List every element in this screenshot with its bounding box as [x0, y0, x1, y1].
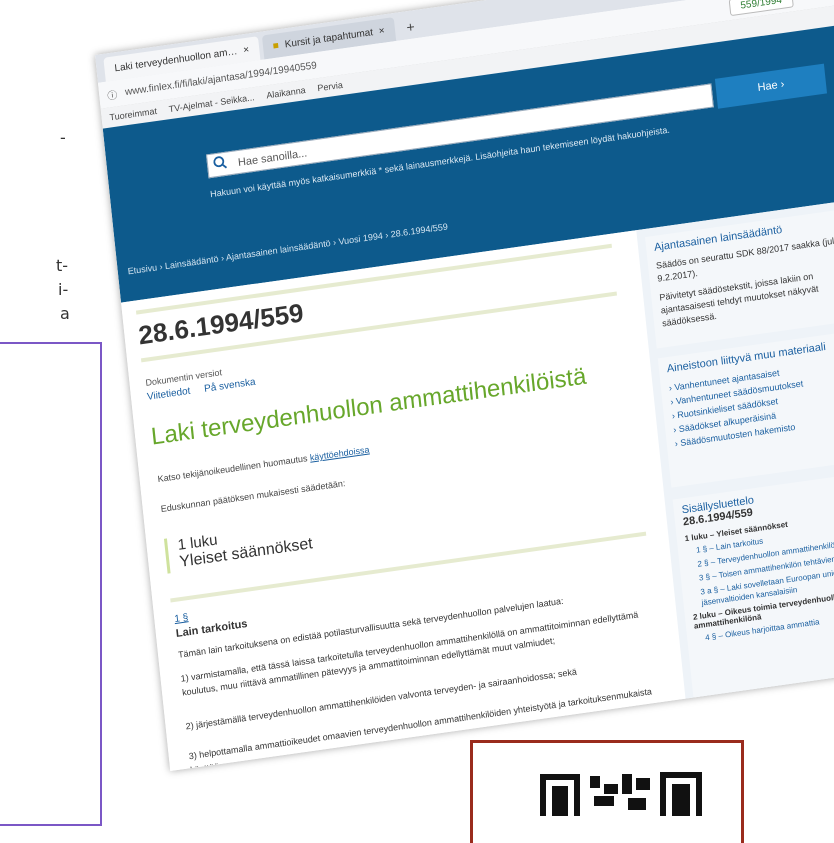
- current-legislation-box: Ajantasainen lainsäädäntö Säädös on seur…: [645, 206, 834, 349]
- related-material-box: Aineistoon liittyvä muu materiaali › Van…: [658, 327, 834, 487]
- table-of-contents: Sisällysluettelo 28.6.1994/559 1 luku – …: [673, 468, 834, 706]
- bookmark-item[interactable]: Pervia: [317, 80, 343, 93]
- new-tab-button[interactable]: +: [397, 13, 423, 40]
- main-content: 28.6.1994/559 Dokumentin versiot Viiteti…: [121, 230, 686, 771]
- qr-code-icon: [540, 770, 720, 816]
- bookmark-item[interactable]: Alaikanna: [266, 85, 306, 100]
- bg-text-fragment: i-: [58, 280, 68, 299]
- bg-text-fragment: t-: [56, 256, 68, 275]
- reference-link[interactable]: Viitetiedot: [146, 386, 191, 403]
- browser-photo: Laki terveydenhuollon am…× ■Kursit ja ta…: [95, 0, 834, 771]
- swedish-version-link[interactable]: På svenska: [204, 377, 256, 395]
- page-title: 28.6.1994/559: [137, 297, 305, 351]
- intro-text: Eduskunnan päätöksen mukaisesti säädetää…: [160, 478, 345, 514]
- info-icon[interactable]: ⓘ: [106, 86, 117, 102]
- terms-link[interactable]: käyttöehdoissa: [309, 444, 370, 462]
- bookmark-item[interactable]: Tuoreimmat: [109, 106, 157, 123]
- star-icon[interactable]: ☆: [808, 0, 820, 3]
- bg-text-fragment: a: [60, 304, 70, 323]
- close-icon[interactable]: ×: [243, 44, 250, 56]
- copyright-text: Katso tekijänoikeudellinen huomautus: [157, 453, 308, 484]
- search-icon: [212, 155, 227, 171]
- bg-text-fragment: -: [60, 128, 66, 147]
- search-button[interactable]: Hae ›: [715, 64, 827, 109]
- chapter-heading: 1 luku Yleiset säännökset: [164, 518, 314, 573]
- section-link[interactable]: 1 §: [174, 612, 189, 625]
- star-icon: ■: [272, 40, 279, 52]
- purple-frame: [0, 342, 102, 826]
- close-icon[interactable]: ×: [378, 25, 385, 37]
